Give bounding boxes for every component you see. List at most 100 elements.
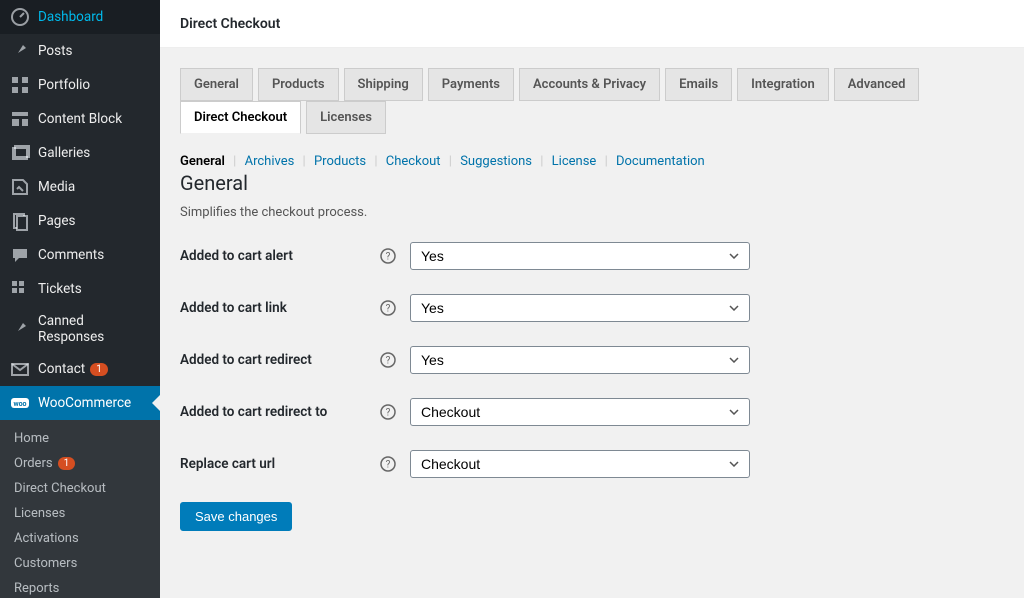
submenu-label: Direct Checkout: [14, 481, 106, 496]
tab-licenses[interactable]: Licenses: [306, 101, 386, 134]
sidebar-item-galleries[interactable]: Galleries: [0, 136, 160, 170]
field-label: Replace cart url: [180, 456, 380, 472]
sidebar-item-label: Pages: [38, 213, 76, 229]
tab-accounts-privacy[interactable]: Accounts & Privacy: [519, 68, 660, 101]
submenu-label: Customers: [14, 556, 77, 571]
sublink-suggestions[interactable]: Suggestions: [460, 154, 532, 169]
save-button[interactable]: Save changes: [180, 502, 292, 531]
sidebar-item-pages[interactable]: Pages: [0, 204, 160, 238]
added-to-cart-redirect-select[interactable]: Yes: [410, 346, 750, 374]
submenu-woocommerce: Home Orders 1 Direct Checkout Licenses Ac…: [0, 420, 160, 598]
sidebar-item-label: Galleries: [38, 145, 90, 161]
svg-text:?: ?: [386, 408, 391, 419]
sidebar-item-tickets[interactable]: Tickets: [0, 272, 160, 306]
tab-integration[interactable]: Integration: [737, 68, 829, 101]
svg-text:?: ?: [386, 304, 391, 315]
sub-section-links: General | Archives | Products | Checkout…: [180, 154, 1004, 169]
field-label: Added to cart link: [180, 300, 380, 316]
page-title: Direct Checkout: [180, 16, 1004, 32]
added-to-cart-redirect-to-select[interactable]: Checkout: [410, 398, 750, 426]
notification-badge: 1: [90, 363, 108, 376]
field-added-to-cart-alert: Added to cart alert ? Yes: [180, 242, 1004, 270]
added-to-cart-link-select[interactable]: Yes: [410, 294, 750, 322]
tab-products[interactable]: Products: [258, 68, 339, 101]
tickets-icon: [10, 279, 30, 299]
submenu-item-home[interactable]: Home: [0, 426, 160, 451]
page-header: Direct Checkout: [160, 0, 1024, 48]
sidebar-item-posts[interactable]: Posts: [0, 34, 160, 68]
tab-payments[interactable]: Payments: [428, 68, 514, 101]
submenu-label: Licenses: [14, 506, 65, 521]
pages-icon: [10, 211, 30, 231]
sidebar-item-portfolio[interactable]: Portfolio: [0, 68, 160, 102]
sidebar-item-label: Content Block: [38, 111, 122, 127]
tab-shipping[interactable]: Shipping: [344, 68, 423, 101]
comment-icon: [10, 245, 30, 265]
sublink-archives[interactable]: Archives: [245, 154, 295, 169]
sidebar-item-label: Contact: [38, 361, 85, 377]
added-to-cart-alert-select[interactable]: Yes: [410, 242, 750, 270]
submenu-item-reports[interactable]: Reports: [0, 576, 160, 598]
replace-cart-url-select[interactable]: Checkout: [410, 450, 750, 478]
sidebar-item-label: WooCommerce: [38, 395, 131, 411]
settings-tabs: General Products Shipping Payments Accou…: [180, 68, 1004, 134]
sidebar-item-content-block[interactable]: Content Block: [0, 102, 160, 136]
pin-icon: [10, 319, 30, 339]
submenu-label: Reports: [14, 581, 59, 596]
submenu-item-licenses[interactable]: Licenses: [0, 501, 160, 526]
tab-general[interactable]: General: [180, 68, 253, 101]
submenu-item-activations[interactable]: Activations: [0, 526, 160, 551]
sidebar-item-label: Posts: [38, 43, 72, 59]
pin-icon: [10, 41, 30, 61]
sidebar-item-label: Media: [38, 179, 75, 195]
notification-badge: 1: [58, 457, 76, 470]
sublink-license[interactable]: License: [552, 154, 597, 169]
sidebar-item-label: Portfolio: [38, 77, 90, 93]
help-icon[interactable]: ?: [380, 456, 396, 472]
dashboard-icon: [10, 7, 30, 27]
tab-direct-checkout[interactable]: Direct Checkout: [180, 101, 301, 134]
submenu-label: Activations: [14, 531, 79, 546]
submenu-label: Orders: [14, 456, 53, 471]
sublink-products[interactable]: Products: [314, 154, 366, 169]
field-label: Added to cart redirect: [180, 352, 380, 368]
sidebar-item-woocommerce[interactable]: woo WooCommerce: [0, 386, 160, 420]
sublink-checkout[interactable]: Checkout: [386, 154, 441, 169]
sidebar-item-contact[interactable]: Contact 1: [0, 352, 160, 386]
sidebar-item-label: Comments: [38, 247, 104, 263]
submenu-item-direct-checkout[interactable]: Direct Checkout: [0, 476, 160, 501]
help-icon[interactable]: ?: [380, 300, 396, 316]
submenu-item-customers[interactable]: Customers: [0, 551, 160, 576]
grid-icon: [10, 75, 30, 95]
settings-content: General Products Shipping Payments Accou…: [160, 48, 1024, 598]
sidebar-item-label: Dashboard: [38, 9, 103, 25]
sidebar-item-media[interactable]: Media: [0, 170, 160, 204]
svg-text:?: ?: [386, 460, 391, 471]
sidebar-item-label: Canned Responses: [38, 313, 152, 345]
main-content: Direct Checkout General Products Shippin…: [160, 0, 1024, 598]
sidebar-item-canned-responses[interactable]: Canned Responses: [0, 306, 160, 352]
field-label: Added to cart redirect to: [180, 404, 380, 420]
tab-emails[interactable]: Emails: [665, 68, 732, 101]
sublink-general[interactable]: General: [180, 154, 225, 169]
mail-icon: [10, 359, 30, 379]
submenu-item-orders[interactable]: Orders 1: [0, 451, 160, 476]
images-icon: [10, 143, 30, 163]
svg-text:?: ?: [386, 252, 391, 263]
tab-advanced[interactable]: Advanced: [834, 68, 920, 101]
sidebar-item-label: Tickets: [38, 281, 82, 297]
field-replace-cart-url: Replace cart url ? Checkout: [180, 450, 1004, 478]
layout-icon: [10, 109, 30, 129]
submenu-label: Home: [14, 431, 49, 446]
field-label: Added to cart alert: [180, 248, 380, 264]
field-added-to-cart-redirect: Added to cart redirect ? Yes: [180, 346, 1004, 374]
sidebar-item-dashboard[interactable]: Dashboard: [0, 0, 160, 34]
svg-text:?: ?: [386, 356, 391, 367]
sidebar-item-comments[interactable]: Comments: [0, 238, 160, 272]
help-icon[interactable]: ?: [380, 352, 396, 368]
help-icon[interactable]: ?: [380, 404, 396, 420]
help-icon[interactable]: ?: [380, 248, 396, 264]
sublink-documentation[interactable]: Documentation: [616, 154, 705, 169]
woo-icon: woo: [10, 393, 30, 413]
media-icon: [10, 177, 30, 197]
